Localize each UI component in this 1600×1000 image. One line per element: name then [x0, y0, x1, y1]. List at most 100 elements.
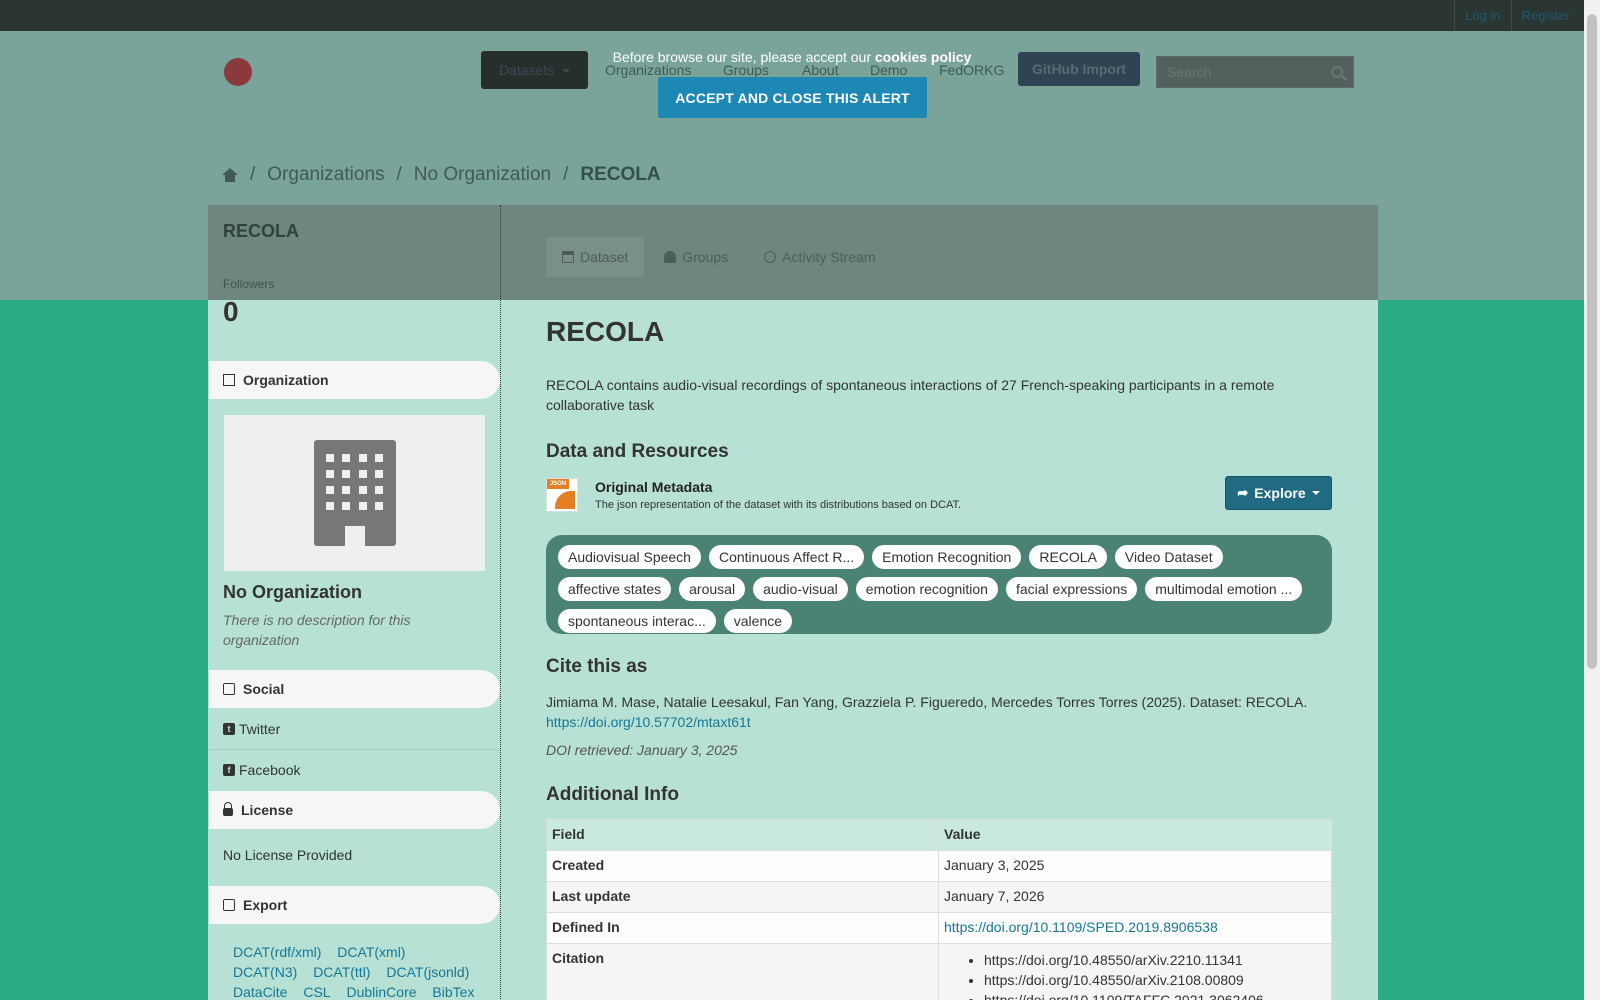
resource-title[interactable]: Original Metadata [595, 479, 712, 495]
dataset-tabs: Dataset Groups Activity Stream [546, 237, 892, 277]
chevron-down-icon [1311, 491, 1320, 495]
citation-authors: Jimiama M. Mase, Natalie Leesakul, Fan Y… [546, 694, 1308, 710]
facebook-label: Facebook [239, 762, 301, 778]
social-heading-label: Social [243, 681, 285, 697]
breadcrumb-separator: / [396, 164, 402, 185]
tab-groups[interactable]: Groups [648, 237, 744, 277]
home-icon[interactable] [222, 168, 238, 182]
table-row: Defined In https://doi.org/10.1109/SPED.… [546, 912, 1332, 944]
additional-info-table: Field Value Created January 3, 2025 Last… [546, 819, 1332, 1000]
tag[interactable]: Emotion Recognition [872, 545, 1022, 569]
tag[interactable]: facial expressions [1005, 577, 1138, 601]
login-link[interactable]: Log in [1454, 0, 1510, 31]
sidebar-dataset-title: RECOLA [223, 221, 299, 241]
doi-retrieved-note: DOI retrieved: January 3, 2025 [546, 742, 738, 758]
tag[interactable]: affective states [558, 577, 672, 601]
share-icon [223, 683, 235, 695]
tag[interactable]: Audiovisual Speech [558, 545, 701, 569]
organization-heading-label: Organization [243, 372, 329, 388]
table-header-field: Field [546, 819, 939, 851]
tag[interactable]: Continuous Affect R... [708, 545, 865, 569]
license-heading: License [209, 791, 500, 829]
tag[interactable]: audio-visual [753, 577, 848, 601]
breadcrumb: / Organizations / No Organization / RECO… [222, 164, 661, 186]
lock-icon [223, 802, 233, 816]
chevron-down-icon [562, 69, 571, 74]
search-input[interactable] [1167, 64, 1317, 80]
scrollbar-thumb[interactable] [1587, 14, 1597, 669]
organization-description: There is no description for this organiz… [223, 612, 411, 648]
list-item: https://doi.org/10.48550/arXiv.2210.1134… [984, 950, 1326, 970]
json-file-icon: JSON [546, 478, 578, 512]
tab-activity-stream[interactable]: Activity Stream [748, 237, 891, 277]
table-header-row: Field Value [546, 819, 1332, 851]
export-dcat-ttl[interactable]: DCAT(ttl) [313, 962, 370, 982]
breadcrumb-separator: / [250, 164, 256, 185]
list-item: https://doi.org/10.1109/TAFFC.2021.30624… [984, 990, 1326, 1000]
export-dcat-n3[interactable]: DCAT(N3) [233, 962, 297, 982]
tab-dataset-label: Dataset [580, 249, 629, 265]
export-dublincore[interactable]: DublinCore [346, 982, 416, 1000]
table-cell-value: https://doi.org/10.48550/arXiv.2210.1134… [938, 943, 1332, 1000]
list-item: https://doi.org/10.48550/arXiv.2108.0080… [984, 970, 1326, 990]
divider [209, 749, 500, 750]
explore-button[interactable]: ➦ Explore [1225, 476, 1332, 510]
export-datacite[interactable]: DataCite [233, 982, 287, 1000]
clock-icon [764, 251, 777, 263]
tag[interactable]: spontaneous interac... [558, 609, 716, 633]
organization-heading: Organization [209, 361, 500, 399]
table-row: Created January 3, 2025 [546, 850, 1332, 882]
cite-heading: Cite this as [546, 656, 648, 677]
facebook-link[interactable]: f Facebook [223, 762, 300, 778]
organization-name[interactable]: No Organization [223, 582, 362, 603]
users-icon [664, 251, 677, 263]
export-heading: Export [209, 886, 500, 924]
dataset-description: RECOLA contains audio-visual recordings … [546, 377, 1275, 413]
table-cell-field: Defined In [546, 912, 939, 944]
export-dcat-jsonld[interactable]: DCAT(jsonld) [386, 962, 469, 982]
table-row: Last update January 7, 2026 [546, 881, 1332, 913]
export-links: DCAT(rdf/xml) DCAT(xml) DCAT(N3) DCAT(tt… [233, 942, 488, 1000]
license-text: No License Provided [223, 847, 353, 863]
table-row: Citation https://doi.org/10.48550/arXiv.… [546, 943, 1332, 1000]
followers-count: 0 [223, 296, 239, 327]
breadcrumb-no-organization[interactable]: No Organization [414, 164, 551, 186]
tag[interactable]: arousal [679, 577, 746, 601]
sitemap-icon [562, 251, 574, 263]
share-icon: ➦ [1237, 485, 1249, 500]
sidebar-divider [500, 205, 501, 1000]
tag-list: Audiovisual Speech Continuous Affect R..… [546, 535, 1332, 634]
resources-heading: Data and Resources [546, 441, 729, 462]
export-heading-label: Export [243, 897, 288, 913]
breadcrumb-organizations[interactable]: Organizations [267, 164, 384, 186]
export-bibtex[interactable]: BibTex [432, 982, 474, 1000]
organization-image[interactable] [224, 415, 485, 571]
page-scrollbar[interactable] [1584, 0, 1600, 1000]
explore-label: Explore [1254, 485, 1306, 501]
accept-cookies-button[interactable]: ACCEPT AND CLOSE THIS ALERT [658, 77, 927, 118]
dataset-title: RECOLA [546, 316, 665, 347]
export-csl[interactable]: CSL [303, 982, 330, 1000]
followers-label: Followers [223, 277, 275, 291]
tag[interactable]: RECOLA [1029, 545, 1107, 569]
tag[interactable]: emotion recognition [855, 577, 998, 601]
register-link[interactable]: Register [1510, 0, 1580, 31]
table-cell-field: Last update [546, 881, 939, 913]
resource-item: JSON Original Metadata The json represen… [546, 477, 1331, 517]
defined-in-link[interactable]: https://doi.org/10.1109/SPED.2019.890653… [944, 919, 1218, 935]
export-dcat-xml[interactable]: DCAT(xml) [337, 942, 405, 962]
search-icon[interactable] [1331, 66, 1343, 78]
cookie-policy-link[interactable]: cookies policy [875, 49, 971, 65]
export-dcat-rdfxml[interactable]: DCAT(rdf/xml) [233, 942, 321, 962]
tag[interactable]: valence [723, 609, 793, 633]
tag[interactable]: Video Dataset [1114, 545, 1223, 569]
tab-dataset[interactable]: Dataset [546, 237, 645, 277]
tag[interactable]: multimodal emotion ... [1145, 577, 1303, 601]
twitter-link[interactable]: t Twitter [223, 721, 280, 737]
building-icon [223, 374, 235, 386]
breadcrumb-separator: / [563, 164, 569, 185]
twitter-label: Twitter [239, 721, 281, 737]
citation-doi-link[interactable]: https://doi.org/10.57702/mtaxt61t [546, 714, 751, 730]
table-cell-value: January 7, 2026 [938, 881, 1332, 913]
building-icon [313, 440, 396, 546]
